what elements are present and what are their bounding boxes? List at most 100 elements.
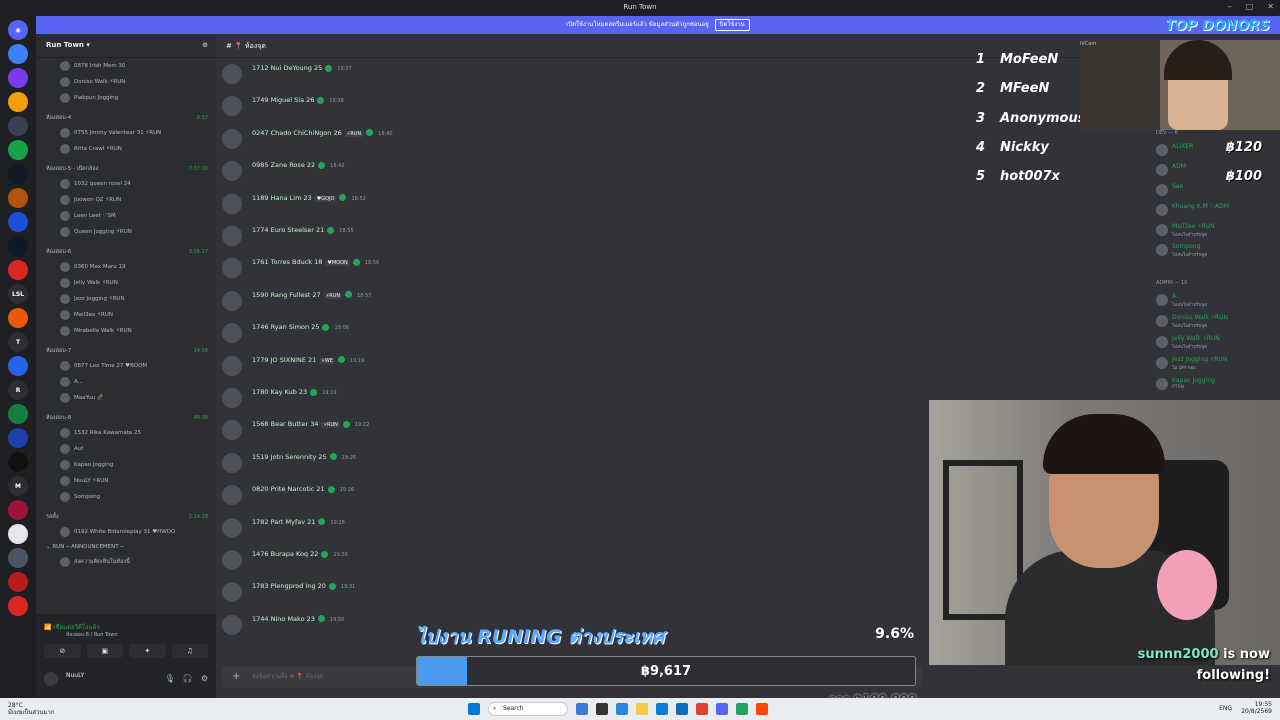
avatar[interactable] — [222, 355, 242, 376]
server-icon[interactable] — [8, 164, 28, 184]
clock[interactable]: 19:55 20/8/2569 — [1241, 701, 1272, 715]
headphones-icon[interactable]: 🎧 — [183, 674, 193, 683]
avatar[interactable] — [222, 550, 242, 570]
author-name[interactable]: 0985 Zane Rose 22 — [252, 161, 315, 169]
voice-member[interactable]: Leen Leet ♡SM — [60, 210, 208, 222]
weather-widget[interactable]: 28°C มีเมฆเป็นส่วนมาก — [8, 702, 58, 716]
voice-channel[interactable]: ห้องสอบ-8 48:36 — [46, 413, 208, 424]
voice-channel[interactable]: รอตั้ง 2:24:28 — [46, 512, 208, 523]
server-icon[interactable]: LSL — [8, 284, 28, 304]
voice-member[interactable]: ส่งความคิดเห็นในห้องนี้ — [60, 556, 208, 568]
app-icon[interactable] — [736, 703, 748, 715]
server-icon[interactable] — [8, 500, 28, 520]
server-icon[interactable] — [8, 116, 28, 136]
server-icon[interactable] — [8, 596, 28, 616]
voice-member[interactable]: 0877 Leo Time 27 ♥BOOM — [60, 360, 208, 372]
activities-icon[interactable]: ✦ — [129, 644, 166, 658]
app-icon[interactable] — [596, 703, 608, 715]
member-list-item[interactable]: ALIXER — [1156, 142, 1276, 158]
author-name[interactable]: 1590 Rang Fullest 27 — [252, 291, 321, 299]
author-name[interactable]: 1782 Part Myfav 21 — [252, 518, 315, 526]
author-name[interactable]: 1779 JO SIXNINE 21 — [252, 356, 316, 364]
start-icon[interactable] — [468, 703, 480, 715]
voice-channel[interactable]: ห้องสอบ-7 14:58 — [46, 346, 208, 357]
voice-member[interactable]: NuuLY ⚡RUN — [60, 475, 208, 487]
voice-channel[interactable]: ห้องสอบ-6 3:56:17 — [46, 247, 208, 258]
voice-member[interactable]: 0755 Jimmy Valentear 31 ⚡RUN — [60, 127, 208, 139]
avatar[interactable] — [222, 517, 242, 538]
author-name[interactable]: 1749 Miguel Sia 26 — [252, 96, 314, 104]
server-icon[interactable] — [8, 428, 28, 448]
taskbar-search[interactable]: ⌕ Search — [488, 702, 568, 716]
edge-icon[interactable] — [656, 703, 668, 715]
member-list-item[interactable]: Khuang K.M ♡ADM — [1156, 202, 1276, 218]
attach-icon[interactable]: + — [232, 666, 240, 688]
microphone-icon[interactable]: 🎙 — [165, 674, 175, 683]
server-icon[interactable] — [8, 92, 28, 112]
home-icon[interactable]: ◉ — [8, 20, 28, 40]
member-list-item[interactable]: Sompong ไม่สนใจสำหรับพูด — [1156, 242, 1276, 258]
server-icon[interactable] — [8, 308, 28, 328]
author-name[interactable]: 1189 Hana Lim 23 — [252, 194, 312, 202]
voice-member[interactable]: Sompong — [60, 491, 208, 503]
voice-member[interactable]: Queen Jogging ⚡RUN — [60, 226, 208, 238]
author-name[interactable]: 1476 Burapa Koq 22 — [252, 550, 318, 558]
disable-streamer-mode-button[interactable]: ปิดใช้งาน — [714, 19, 750, 31]
voice-member[interactable]: 0360 Max Maru 19 — [60, 261, 208, 273]
guild-header[interactable]: Run Town ▾ ⊕ — [36, 34, 216, 58]
chrome-icon[interactable] — [696, 703, 708, 715]
voice-member[interactable]: Plakpun Jogging — [60, 92, 208, 104]
folder-icon[interactable] — [636, 703, 648, 715]
author-name[interactable]: 0820 Prite Narcotic 21 — [252, 485, 325, 493]
avatar[interactable] — [222, 582, 242, 603]
author-name[interactable]: 1783 Plengprod Ing 20 — [252, 582, 326, 590]
voice-member[interactable]: MaaYuu 💣 — [60, 392, 208, 404]
server-icon[interactable]: T — [8, 332, 28, 352]
server-icon[interactable] — [8, 212, 28, 232]
voice-member[interactable]: 1532 Rika Kawamata 25 — [60, 427, 208, 439]
member-list-item[interactable]: Mail3ee ⚡RUN ไม่สนใจสำหรับพูด — [1156, 222, 1276, 238]
add-member-icon[interactable]: ⊕ — [202, 41, 208, 49]
author-name[interactable]: 1774 Euro Steelser 21 — [252, 226, 324, 234]
voice-channel[interactable]: ห้องสอบ-4 0:37 — [46, 113, 208, 124]
member-list-item[interactable]: Doniso Walk ⚡RUN ไม่สนใจสำหรับพูด — [1156, 313, 1276, 329]
avatar[interactable] — [222, 193, 242, 214]
avatar[interactable] — [222, 485, 242, 506]
member-list-item[interactable]: Jelly Walk ⚡RUN ไม่สนใจสำหรับพูด — [1156, 334, 1276, 350]
maximize-icon[interactable]: □ — [1246, 2, 1254, 11]
server-icon[interactable]: R — [8, 380, 28, 400]
close-icon[interactable]: ✕ — [1267, 2, 1274, 11]
voice-member[interactable]: 0878 Irish Mem 30 — [60, 60, 208, 72]
author-name[interactable]: 0247 Chado ChiChiNgon 26 — [252, 129, 342, 137]
avatar[interactable] — [222, 323, 242, 344]
avatar[interactable] — [222, 64, 242, 84]
avatar[interactable] — [222, 614, 242, 635]
avatar[interactable] — [222, 420, 242, 441]
screen-share-icon[interactable]: ▣ — [86, 644, 123, 658]
soundboard-icon[interactable]: ♫ — [171, 644, 208, 658]
avatar[interactable] — [44, 672, 58, 686]
voice-member[interactable]: Mail3ee ⚡RUN — [60, 309, 208, 321]
server-icon[interactable] — [8, 140, 28, 160]
voice-member[interactable]: Jezz Jogging ⚡RUN — [60, 293, 208, 305]
voice-member[interactable]: Auf — [60, 443, 208, 455]
server-icon[interactable] — [8, 68, 28, 88]
server-icon[interactable] — [8, 44, 28, 64]
voice-channel[interactable]: ห้องสอบ-5 - เปิดกล้อง 7:37:00 — [46, 164, 208, 175]
avatar[interactable] — [222, 96, 242, 117]
author-name[interactable]: 1519 Jotn Serennity 25 — [252, 453, 327, 461]
voice-member[interactable]: A... — [60, 376, 208, 388]
author-name[interactable]: 1712 Nui DeYoung 25 — [252, 64, 322, 72]
app-icon[interactable] — [756, 703, 768, 715]
author-name[interactable]: 1761 Torres Bduck 18 — [252, 258, 322, 266]
server-icon[interactable] — [8, 236, 28, 256]
server-icon[interactable] — [8, 572, 28, 592]
server-icon[interactable] — [8, 356, 28, 376]
author-name[interactable]: 1744 Nino Mako 23 — [252, 615, 315, 623]
avatar[interactable] — [222, 258, 242, 279]
server-icon[interactable] — [8, 452, 28, 472]
author-name[interactable]: 1746 Ryan Simon 25 — [252, 323, 319, 331]
member-list-item[interactable]: Kapao Jogging PTRN — [1156, 376, 1276, 392]
voice-member[interactable]: Doniso Walk ⚡RUN — [60, 76, 208, 88]
voice-member[interactable]: 0192 White Bidaroleplay 31 ♥HWDO — [60, 526, 208, 538]
